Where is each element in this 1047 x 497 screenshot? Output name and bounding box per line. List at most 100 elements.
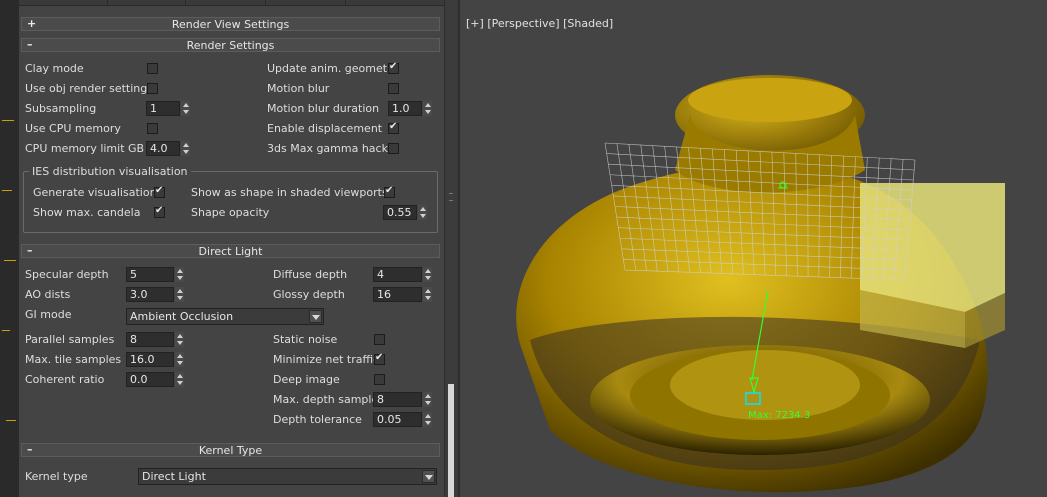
spinner-arrows-icon[interactable] — [175, 332, 184, 347]
minimize-net-traffic-checkbox[interactable] — [374, 352, 385, 365]
cpu-memory-limit-value[interactable]: 4.0 — [146, 141, 180, 156]
coherent-ratio-spinner[interactable]: 0.0 — [126, 372, 186, 387]
max-depth-samples-label: Max. depth samples — [273, 393, 384, 406]
static-noise-checkbox[interactable] — [374, 334, 385, 345]
generate-visualisation-checkbox[interactable] — [154, 185, 165, 198]
motion-blur-duration-label: Motion blur duration — [267, 102, 380, 115]
cpu-memory-limit-spinner[interactable]: 4.0 — [146, 141, 192, 156]
spinner-arrows-icon[interactable] — [423, 267, 432, 282]
ao-dists-value[interactable]: 3.0 — [126, 287, 174, 302]
subsampling-value[interactable]: 1 — [146, 101, 180, 116]
motion-blur-checkbox[interactable] — [388, 83, 399, 94]
depth-tolerance-value[interactable]: 0.05 — [373, 412, 422, 427]
specular-depth-spinner[interactable]: 5 — [126, 267, 186, 282]
spinner-arrows-icon[interactable] — [181, 141, 190, 156]
show-as-shape-checkbox[interactable] — [384, 185, 395, 198]
viewport-scene: Max: 7234.3 — [516, 75, 1005, 493]
max-tile-samples-value[interactable]: 16.0 — [126, 352, 174, 367]
enable-displacement-label: Enable displacement — [267, 122, 383, 135]
use-obj-render-settings-label: Use obj render settings — [25, 82, 153, 95]
resize-grip-icon[interactable] — [449, 193, 453, 201]
chevron-down-icon[interactable] — [422, 470, 435, 483]
motion-blur-duration-value[interactable]: 1.0 — [388, 101, 422, 116]
glossy-depth-value[interactable]: 16 — [373, 287, 422, 302]
enable-displacement-checkbox[interactable] — [388, 121, 399, 134]
ies-group — [23, 171, 438, 233]
diffuse-depth-spinner[interactable]: 4 — [373, 267, 434, 282]
perspective-viewport[interactable]: Max: 7234.3 [+] [Perspective] [Shaded] — [458, 0, 1047, 497]
minimize-net-traffic-label: Minimize net traffic — [273, 353, 380, 366]
ao-dists-label: AO dists — [25, 288, 71, 301]
viewport-plus-menu[interactable]: [+] — [466, 17, 484, 30]
panel-scrollbar[interactable] — [444, 0, 458, 497]
gamma-hack-label: 3ds Max gamma hack — [267, 142, 388, 155]
clay-mode-checkbox[interactable] — [147, 63, 158, 74]
glossy-depth-spinner[interactable]: 16 — [373, 287, 434, 302]
spinner-arrows-icon[interactable] — [181, 101, 190, 116]
max-depth-samples-value[interactable]: 8 — [373, 392, 422, 407]
rollout-kernel-type[interactable]: – Kernel Type — [21, 443, 440, 457]
diffuse-depth-label: Diffuse depth — [273, 268, 348, 281]
spinner-arrows-icon[interactable] — [423, 287, 432, 302]
kernel-type-label: Kernel type — [25, 470, 88, 483]
subsampling-spinner[interactable]: 1 — [146, 101, 192, 116]
rollout-title: Render View Settings — [171, 18, 290, 31]
shape-opacity-spinner[interactable]: 0.55 — [383, 205, 429, 220]
diffuse-depth-value[interactable]: 4 — [373, 267, 422, 282]
rollout-direct-light[interactable]: – Direct Light — [21, 244, 440, 258]
viewport-shading-menu[interactable]: [Shaded] — [563, 17, 613, 30]
glossy-depth-label: Glossy depth — [273, 288, 345, 301]
gi-mode-dropdown[interactable]: Ambient Occlusion — [126, 308, 324, 325]
spinner-arrows-icon[interactable] — [175, 372, 184, 387]
parallel-samples-label: Parallel samples — [25, 333, 115, 346]
rollout-render-settings[interactable]: – Render Settings — [21, 38, 440, 52]
parallel-samples-spinner[interactable]: 8 — [126, 332, 186, 347]
max-tile-samples-spinner[interactable]: 16.0 — [126, 352, 186, 367]
subsampling-label: Subsampling — [25, 102, 97, 115]
spinner-arrows-icon[interactable] — [423, 392, 432, 407]
ies-group-legend: IES distribution visualisation — [29, 165, 191, 178]
chevron-down-icon[interactable] — [309, 310, 322, 323]
max-candela-label: Max: 7234.3 — [748, 410, 810, 421]
viewport-label[interactable]: [+] [Perspective] [Shaded] — [466, 17, 613, 30]
parallel-samples-value[interactable]: 8 — [126, 332, 174, 347]
max-depth-samples-spinner[interactable]: 8 — [373, 392, 434, 407]
use-cpu-memory-label: Use CPU memory — [25, 122, 121, 135]
specular-depth-label: Specular depth — [25, 268, 109, 281]
viewport-view-menu[interactable]: [Perspective] — [487, 17, 559, 30]
spinner-arrows-icon[interactable] — [418, 205, 427, 220]
deep-image-checkbox[interactable] — [374, 374, 385, 385]
ao-dists-spinner[interactable]: 3.0 — [126, 287, 186, 302]
spinner-arrows-icon[interactable] — [175, 267, 184, 282]
command-strip — [0, 0, 18, 497]
clay-mode-label: Clay mode — [25, 62, 84, 75]
spinner-arrows-icon[interactable] — [175, 287, 184, 302]
light-box-shape[interactable] — [860, 183, 1005, 348]
kernel-type-dropdown[interactable]: Direct Light — [138, 468, 437, 485]
max-tile-samples-label: Max. tile samples — [25, 353, 122, 366]
depth-tolerance-label: Depth tolerance — [273, 413, 362, 426]
update-anim-geometry-label: Update anim. geometry — [267, 62, 399, 75]
gamma-hack-checkbox[interactable] — [388, 143, 399, 154]
shape-opacity-value[interactable]: 0.55 — [383, 205, 417, 220]
spinner-arrows-icon[interactable] — [175, 352, 184, 367]
motion-blur-duration-spinner[interactable]: 1.0 — [388, 101, 434, 116]
use-obj-render-settings-checkbox[interactable] — [147, 83, 158, 94]
panel-tabs[interactable] — [19, 0, 447, 6]
update-anim-geometry-checkbox[interactable] — [388, 61, 399, 74]
coherent-ratio-label: Coherent ratio — [25, 373, 105, 386]
coherent-ratio-value[interactable]: 0.0 — [126, 372, 174, 387]
shape-opacity-label: Shape opacity — [191, 206, 270, 219]
use-cpu-memory-checkbox[interactable] — [147, 123, 158, 134]
spinner-arrows-icon[interactable] — [423, 101, 432, 116]
rollout-title: Render Settings — [186, 39, 275, 52]
depth-tolerance-spinner[interactable]: 0.05 — [373, 412, 434, 427]
rollout-render-view-settings[interactable]: + Render View Settings — [21, 17, 440, 31]
spinner-arrows-icon[interactable] — [423, 412, 432, 427]
gi-mode-value: Ambient Occlusion — [130, 310, 234, 323]
show-max-candela-checkbox[interactable] — [154, 205, 165, 218]
scrollbar-thumb[interactable] — [448, 384, 454, 497]
deep-image-label: Deep image — [273, 373, 340, 386]
settings-panel: + Render View Settings – Render Settings… — [18, 0, 447, 497]
specular-depth-value[interactable]: 5 — [126, 267, 174, 282]
